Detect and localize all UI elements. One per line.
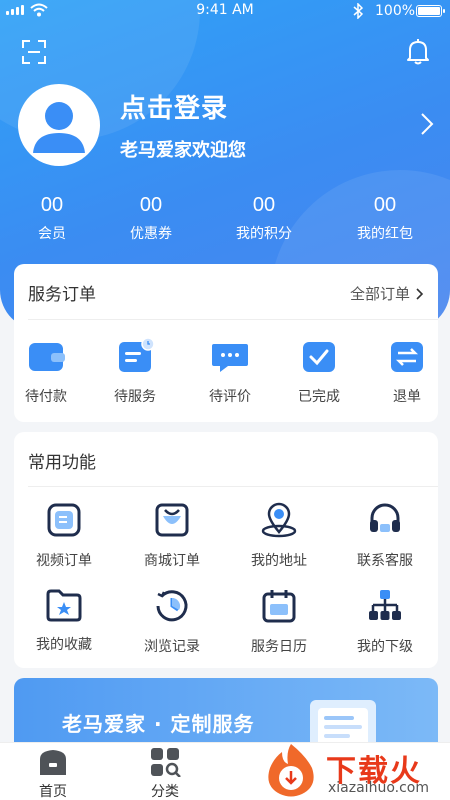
login-title[interactable]: 点击登录 [120,88,228,125]
order-refund[interactable]: 退单 [372,340,442,406]
chevron-right-icon[interactable] [420,112,434,136]
stat-value: 00 [373,194,397,216]
function-label: 我的下级 [357,639,413,655]
order-label: 已完成 [298,389,340,405]
stat-value: 00 [40,194,64,216]
tab-home[interactable]: 首页 [23,747,83,800]
function-label: 我的地址 [251,553,307,569]
order-pending-payment[interactable]: 待付款 [11,340,81,406]
bell-icon[interactable] [405,38,431,66]
all-orders-link[interactable]: 全部订单 [350,283,424,304]
function-label: 浏览记录 [144,639,200,655]
tab-category[interactable]: 分类 [135,747,195,800]
function-video-order[interactable]: 视频订单 [19,502,109,570]
stat-member[interactable]: 00 会员 [7,194,97,243]
wallet-icon [29,343,65,371]
video-order-icon [47,503,81,537]
common-functions-card: 常用功能 视频订单 商城订单 我的地址 联系客服 我的收藏 浏览记录 服务日历 … [14,432,438,668]
welcome-text: 老马爱家欢迎您 [120,140,246,161]
stat-label: 我的红包 [357,226,413,242]
common-functions-title: 常用功能 [28,453,96,473]
org-chart-icon [369,590,401,620]
chevron-right-icon [416,287,424,300]
stat-label: 我的积分 [236,226,292,242]
stat-value: 00 [139,194,163,216]
function-label: 商城订单 [144,553,200,569]
function-browse-history[interactable]: 浏览记录 [127,588,217,656]
all-orders-label: 全部订单 [349,285,410,303]
shopping-bag-icon [155,503,189,537]
function-label: 联系客服 [357,553,413,569]
function-favorites[interactable]: 我的收藏 [19,588,109,654]
status-bar: 9:41 AM 100% [0,0,450,22]
star-folder-icon [46,589,82,622]
tab-label: 首页 [39,784,67,800]
profile-page: 9:41 AM 100% 点击登录 老马爱家欢迎您 00 会员 00 优惠券 0… [0,0,450,800]
flame-logo-icon [268,744,314,797]
bluetooth-icon [353,3,363,19]
headset-icon [370,503,400,532]
function-service-calendar[interactable]: 服务日历 [234,588,324,656]
function-my-address[interactable]: 我的地址 [234,502,324,570]
order-label: 待服务 [114,389,156,405]
order-completed[interactable]: 已完成 [284,340,354,406]
stat-coupon[interactable]: 00 优惠券 [106,194,196,243]
clipboard-clock-icon [119,337,155,372]
chat-bubble-icon [212,344,248,372]
order-label: 待评价 [209,389,251,405]
stat-points[interactable]: 00 我的积分 [219,194,309,243]
avatar[interactable] [18,84,100,166]
history-clock-icon [156,590,188,622]
order-pending-review[interactable]: 待评价 [195,340,265,406]
order-label: 待付款 [25,389,67,405]
swap-arrows-icon [391,342,423,372]
function-my-subordinates[interactable]: 我的下级 [340,588,430,656]
watermark-url: xiazaihuo.com [328,780,429,796]
tab-label: 分类 [151,784,179,800]
function-label: 视频订单 [36,553,92,569]
check-box-icon [303,342,335,372]
stat-label: 会员 [38,226,66,242]
order-label: 退单 [393,389,421,405]
function-label: 服务日历 [251,639,307,655]
service-orders-card: 服务订单 全部订单 待付款 待服务 待评价 已完成 退单 [14,264,438,422]
category-icon [151,748,181,778]
location-pin-icon [261,502,297,538]
home-icon [40,750,66,775]
stat-value: 00 [252,194,276,216]
user-silhouette-icon [33,102,85,153]
battery-percent: 100% [375,3,416,19]
function-label: 我的收藏 [36,637,92,653]
scan-icon[interactable] [22,40,46,64]
service-orders-title: 服务订单 [28,285,96,305]
function-customer-service[interactable]: 联系客服 [340,502,430,570]
banner-text: 老马爱家 · 定制服务 [62,712,255,736]
function-mall-order[interactable]: 商城订单 [127,502,217,570]
battery-icon [416,5,445,17]
stat-redpacket[interactable]: 00 我的红包 [340,194,430,243]
order-pending-service[interactable]: 待服务 [100,337,170,406]
watermark-logo: 下载火 xiazaihuo.com [260,740,450,800]
stat-label: 优惠券 [130,226,172,242]
calendar-icon [262,590,296,623]
